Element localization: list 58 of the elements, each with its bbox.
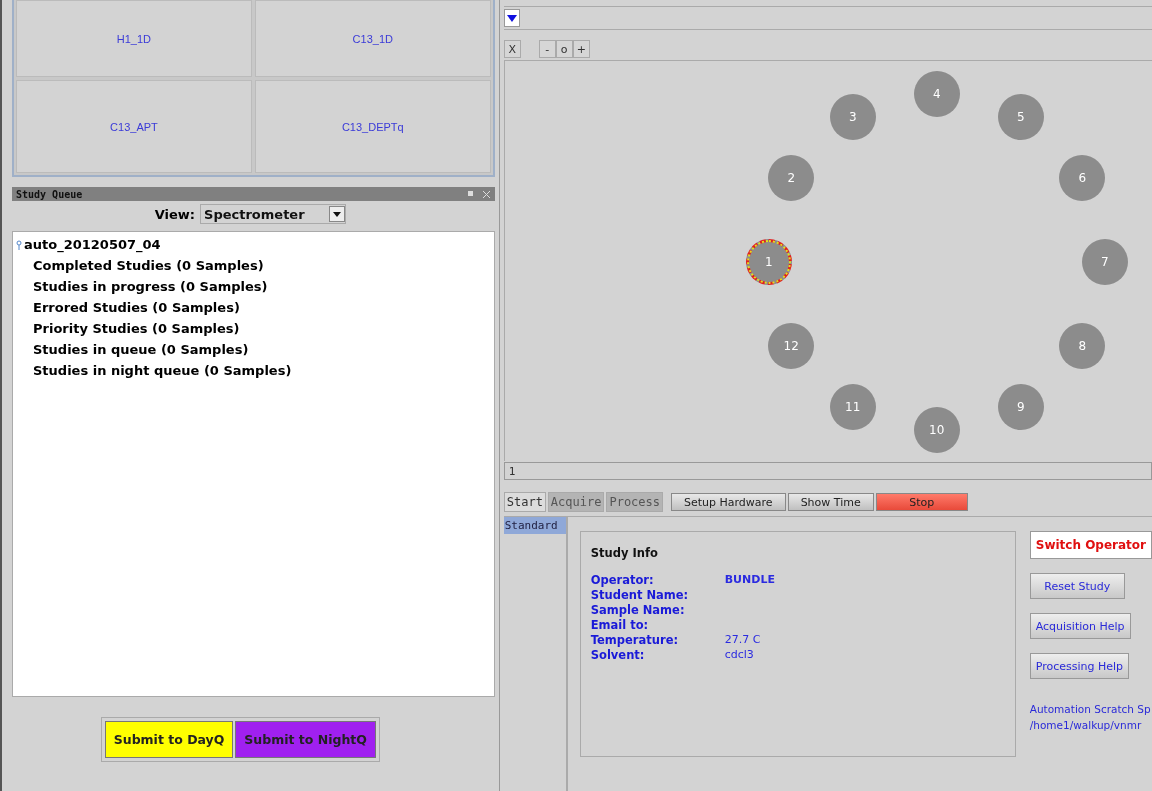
tree-node[interactable]: Priority Studies (0 Samples) — [16, 318, 491, 339]
sample-position[interactable]: 10 — [913, 407, 960, 453]
scratch-path-text: /home1/walkup/vnmr — [1029, 719, 1143, 731]
tree-node[interactable]: Studies in night queue (0 Samples) — [16, 360, 491, 381]
field-value: 27.7 C — [724, 633, 761, 646]
sample-position[interactable]: 11 — [829, 384, 876, 431]
protocol-button[interactable]: C13_APT — [16, 80, 252, 173]
action-button[interactable]: Reset Study — [1029, 573, 1125, 599]
caret-icon — [333, 211, 342, 217]
zoom-button[interactable]: X — [503, 40, 521, 58]
caret-icon — [506, 14, 517, 22]
protocol-button[interactable]: C13_DEPTq — [254, 80, 491, 173]
toolbar-button[interactable]: Setup Hardware — [671, 493, 786, 511]
sample-position[interactable]: 7 — [1081, 239, 1128, 285]
zoom-button[interactable]: - — [538, 40, 556, 58]
dropdown-button[interactable] — [503, 9, 520, 27]
panel-title: Study Queue — [16, 188, 83, 200]
field-label: Operator: — [590, 572, 655, 587]
sample-position[interactable]: 3 — [829, 93, 876, 140]
tree-node[interactable]: auto_20120507_04 — [24, 237, 161, 252]
tree-node[interactable]: Errored Studies (0 Samples) — [16, 297, 491, 318]
protocol-button[interactable]: C13_1D — [254, 0, 491, 77]
field-label: Temperature: — [590, 632, 680, 647]
tree-node[interactable]: Studies in queue (0 Samples) — [16, 339, 491, 360]
sample-position[interactable]: 4 — [913, 71, 960, 117]
view-dropdown[interactable]: Spectrometer — [200, 204, 347, 224]
tab[interactable]: Start — [503, 492, 546, 512]
field-label: Student Name: — [590, 587, 690, 602]
toolbar-button[interactable]: Show Time — [787, 493, 874, 511]
tab[interactable]: Acquire — [547, 492, 605, 512]
protocol-button[interactable]: H1_1D — [16, 0, 252, 77]
sample-position[interactable]: 8 — [1059, 323, 1106, 369]
view-label: View: — [154, 206, 196, 222]
sample-position[interactable]: 6 — [1059, 155, 1106, 201]
location-field[interactable]: 1 — [503, 462, 1152, 480]
action-button[interactable]: Acquisition Help — [1029, 613, 1131, 639]
tree-node[interactable]: Completed Studies (0 Samples) — [16, 255, 491, 276]
submit-button[interactable]: Submit to DayQ — [104, 720, 234, 758]
stop-button[interactable]: Stop — [875, 493, 968, 511]
tab[interactable]: Process — [606, 492, 663, 512]
panel-heading: Study Info — [590, 546, 659, 560]
sample-position[interactable]: 5 — [997, 93, 1044, 140]
scratch-path-text: Automation Scratch Sp — [1029, 703, 1151, 715]
sample-position[interactable]: 1 — [745, 239, 792, 285]
pin-close-icon[interactable] — [466, 189, 491, 199]
field-label: Sample Name: — [590, 602, 686, 617]
sample-position[interactable]: 12 — [768, 323, 815, 369]
sample-position[interactable]: 2 — [768, 155, 815, 201]
sample-position[interactable]: 9 — [997, 384, 1044, 431]
action-button[interactable]: Switch Operator — [1029, 531, 1152, 559]
action-button[interactable]: Processing Help — [1029, 653, 1130, 679]
field-label: Solvent: — [590, 647, 646, 662]
list-item[interactable]: Standard — [503, 517, 566, 534]
field-value: cdcl3 — [724, 648, 754, 661]
field-value: BUNDLE — [724, 573, 775, 586]
tree-handle-icon[interactable] — [16, 239, 22, 250]
field-label: Email to: — [590, 617, 650, 632]
tree-node[interactable]: Studies in progress (0 Samples) — [16, 276, 491, 297]
